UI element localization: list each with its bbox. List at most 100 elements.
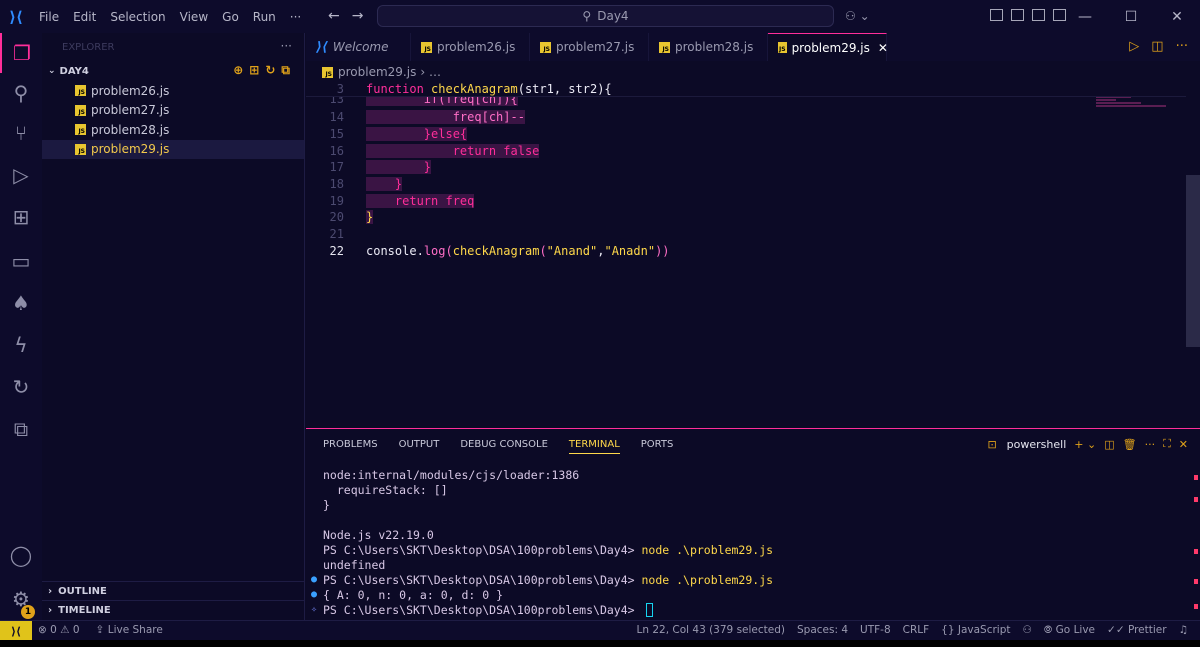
menu-go[interactable]: Go bbox=[215, 10, 246, 24]
file-problem28[interactable]: JS problem28.js bbox=[42, 120, 304, 140]
explorer-icon[interactable]: ❐ bbox=[0, 33, 42, 73]
live-share-icon[interactable]: ↻ bbox=[0, 367, 42, 407]
new-file-icon[interactable]: ⊕ bbox=[233, 63, 243, 78]
line-ending[interactable]: CRLF bbox=[903, 624, 930, 637]
terminal-line: PS C:\Users\SKT\Desktop\DSA\100problems\… bbox=[323, 542, 773, 557]
menu-run[interactable]: Run bbox=[246, 10, 283, 24]
line-number: 20 bbox=[329, 210, 344, 225]
terminal-line: ● PS C:\Users\SKT\Desktop\DSA\100problems… bbox=[311, 572, 774, 587]
menu-file[interactable]: File bbox=[32, 10, 66, 24]
outline-section[interactable]: › OUTLINE bbox=[42, 581, 305, 600]
remote-indicator-icon[interactable]: ⟩⟨ bbox=[0, 621, 32, 641]
more-actions-icon[interactable]: ··· bbox=[281, 39, 292, 53]
split-terminal-icon[interactable]: ◫ bbox=[1104, 438, 1114, 451]
shell-name[interactable]: powershell bbox=[1007, 438, 1067, 451]
problems-status[interactable]: ⊗ 0 ⚠ 0 bbox=[38, 624, 80, 636]
line-number: 22 bbox=[329, 244, 344, 259]
live-share-label: Live Share bbox=[107, 624, 163, 636]
tab-problem28[interactable]: JS problem28.js bbox=[649, 33, 768, 61]
new-folder-icon[interactable]: ⊞ bbox=[249, 63, 259, 78]
go-live-button[interactable]: ⦾ Go Live bbox=[1044, 624, 1095, 637]
close-panel-icon[interactable]: ✕ bbox=[1179, 438, 1188, 451]
more-actions-icon[interactable]: ··· bbox=[1145, 438, 1156, 451]
collapse-all-icon[interactable]: ⧉ bbox=[281, 63, 290, 78]
command: node .\problem29.js bbox=[641, 572, 774, 587]
encoding[interactable]: UTF-8 bbox=[860, 624, 891, 637]
file-problem26[interactable]: JS problem26.js bbox=[42, 81, 304, 101]
run-debug-icon[interactable]: ▷ bbox=[0, 155, 42, 195]
tab-problem27[interactable]: JS problem27.js bbox=[530, 33, 649, 61]
command-decoration-icon[interactable]: ● bbox=[311, 589, 317, 600]
timeline-section[interactable]: › TIMELINE bbox=[42, 600, 305, 619]
editor-scrollbar[interactable] bbox=[1186, 175, 1200, 347]
thunder-client-icon[interactable]: ϟ bbox=[0, 325, 42, 365]
refresh-icon[interactable]: ↻ bbox=[265, 63, 275, 78]
tab-problem29[interactable]: JS problem29.js ✕ bbox=[768, 33, 888, 61]
copilot-icon[interactable]: ⚇ ⌄ bbox=[845, 9, 870, 23]
sticky-scroll[interactable]: 3 function checkAnagram(str1, str2){ bbox=[306, 82, 1186, 97]
code-text: console.log(checkAnagram("Anand","Anadn"… bbox=[366, 244, 670, 258]
new-terminal-icon[interactable]: + ⌄ bbox=[1074, 438, 1096, 451]
close-tab-icon[interactable]: ✕ bbox=[878, 41, 888, 55]
menu-selection[interactable]: Selection bbox=[103, 10, 172, 24]
accounts-icon[interactable]: ◯ bbox=[0, 535, 42, 575]
folder-day4[interactable]: ⌄ DAY4 ⊕ ⊞ ↻ ⧉ bbox=[42, 61, 304, 81]
maximize-icon[interactable]: ☐ bbox=[1108, 0, 1154, 33]
copilot-status-icon[interactable]: ⚇ bbox=[1023, 624, 1032, 637]
prompt: PS C:\Users\SKT\Desktop\DSA\100problems\… bbox=[323, 542, 642, 557]
cursor-position[interactable]: Ln 22, Col 43 (379 selected) bbox=[637, 624, 785, 637]
customize-layout-icon[interactable] bbox=[990, 9, 1003, 21]
menu-edit[interactable]: Edit bbox=[66, 10, 103, 24]
toggle-panel-icon[interactable] bbox=[1032, 9, 1045, 21]
live-share-status[interactable]: ⇪ Live Share bbox=[96, 624, 163, 636]
function-name: checkAnagram bbox=[431, 82, 518, 97]
tab-welcome[interactable]: ⟩⟨ Welcome bbox=[306, 33, 411, 61]
status-bar: ⟩⟨ ⊗ 0 ⚠ 0 ⇪ Live Share Ln 22, Col 43 (3… bbox=[0, 620, 1200, 641]
toggle-sidebar-icon[interactable] bbox=[1011, 9, 1024, 21]
language-mode[interactable]: {} JavaScript bbox=[941, 624, 1010, 637]
tab-label: problem26.js bbox=[437, 40, 516, 54]
command-decoration-icon[interactable]: ● bbox=[311, 574, 317, 585]
more-actions-icon[interactable]: ··· bbox=[1176, 39, 1188, 54]
close-window-icon[interactable]: ✕ bbox=[1154, 0, 1200, 33]
containers-icon[interactable]: ⧉ bbox=[0, 409, 42, 449]
tab-debug-console[interactable]: DEBUG CONSOLE bbox=[460, 439, 548, 454]
js-file-icon: JS bbox=[659, 41, 670, 53]
tab-problem26[interactable]: JS problem26.js bbox=[411, 33, 530, 61]
indentation[interactable]: Spaces: 4 bbox=[797, 624, 848, 637]
sparkle-icon[interactable]: ✧ bbox=[311, 604, 317, 615]
maximize-panel-icon[interactable]: ⛶ bbox=[1163, 437, 1171, 451]
panel-actions: ⊡ powershell + ⌄ ◫ 🗑 ··· ⛶ ✕ bbox=[987, 437, 1188, 451]
source-control-icon[interactable]: ⑂ bbox=[0, 113, 42, 153]
breadcrumb-file[interactable]: problem29.js bbox=[338, 65, 416, 79]
tab-output[interactable]: OUTPUT bbox=[399, 439, 440, 454]
code-text: } bbox=[366, 160, 432, 175]
tab-terminal[interactable]: TERMINAL bbox=[568, 439, 620, 454]
extensions-icon[interactable]: ⊞ bbox=[0, 197, 42, 237]
split-editor-icon[interactable]: ◫ bbox=[1151, 39, 1163, 54]
menu-more[interactable]: ··· bbox=[283, 10, 308, 24]
tab-ports[interactable]: PORTS bbox=[641, 439, 674, 454]
tab-problems[interactable]: PROBLEMS bbox=[323, 439, 378, 454]
marker bbox=[1194, 475, 1198, 480]
menu-view[interactable]: View bbox=[173, 10, 215, 24]
command-center-search[interactable]: ⚲ Day4 bbox=[377, 5, 834, 27]
notifications-bell-icon[interactable]: ♫ bbox=[1179, 624, 1188, 637]
chevron-right-icon: › bbox=[48, 604, 53, 616]
trash-icon[interactable]: 🗑 bbox=[1123, 438, 1137, 451]
run-file-icon[interactable]: ▷ bbox=[1129, 39, 1139, 54]
js-file-icon: JS bbox=[540, 41, 551, 53]
back-arrow-icon[interactable]: ← bbox=[328, 8, 340, 24]
remote-explorer-icon[interactable]: ▭ bbox=[0, 241, 42, 281]
file-problem27[interactable]: JS problem27.js bbox=[42, 101, 304, 121]
mongodb-icon[interactable]: ♠ bbox=[0, 283, 42, 323]
code-editor[interactable]: 3 function checkAnagram(str1, str2){ 13 … bbox=[306, 82, 1200, 428]
file-problem29[interactable]: JS problem29.js bbox=[42, 139, 304, 159]
explorer-header: EXPLORER bbox=[62, 41, 115, 53]
minimize-icon[interactable]: — bbox=[1062, 0, 1108, 33]
forward-arrow-icon[interactable]: → bbox=[352, 8, 364, 24]
prettier-status[interactable]: ✓✓ Prettier bbox=[1107, 624, 1167, 637]
terminal-line: ✧ PS C:\Users\SKT\Desktop\DSA\100problems… bbox=[311, 602, 653, 617]
panel-tabs: PROBLEMS OUTPUT DEBUG CONSOLE TERMINAL P… bbox=[323, 439, 673, 454]
search-view-icon[interactable]: ⚲ bbox=[0, 73, 42, 113]
